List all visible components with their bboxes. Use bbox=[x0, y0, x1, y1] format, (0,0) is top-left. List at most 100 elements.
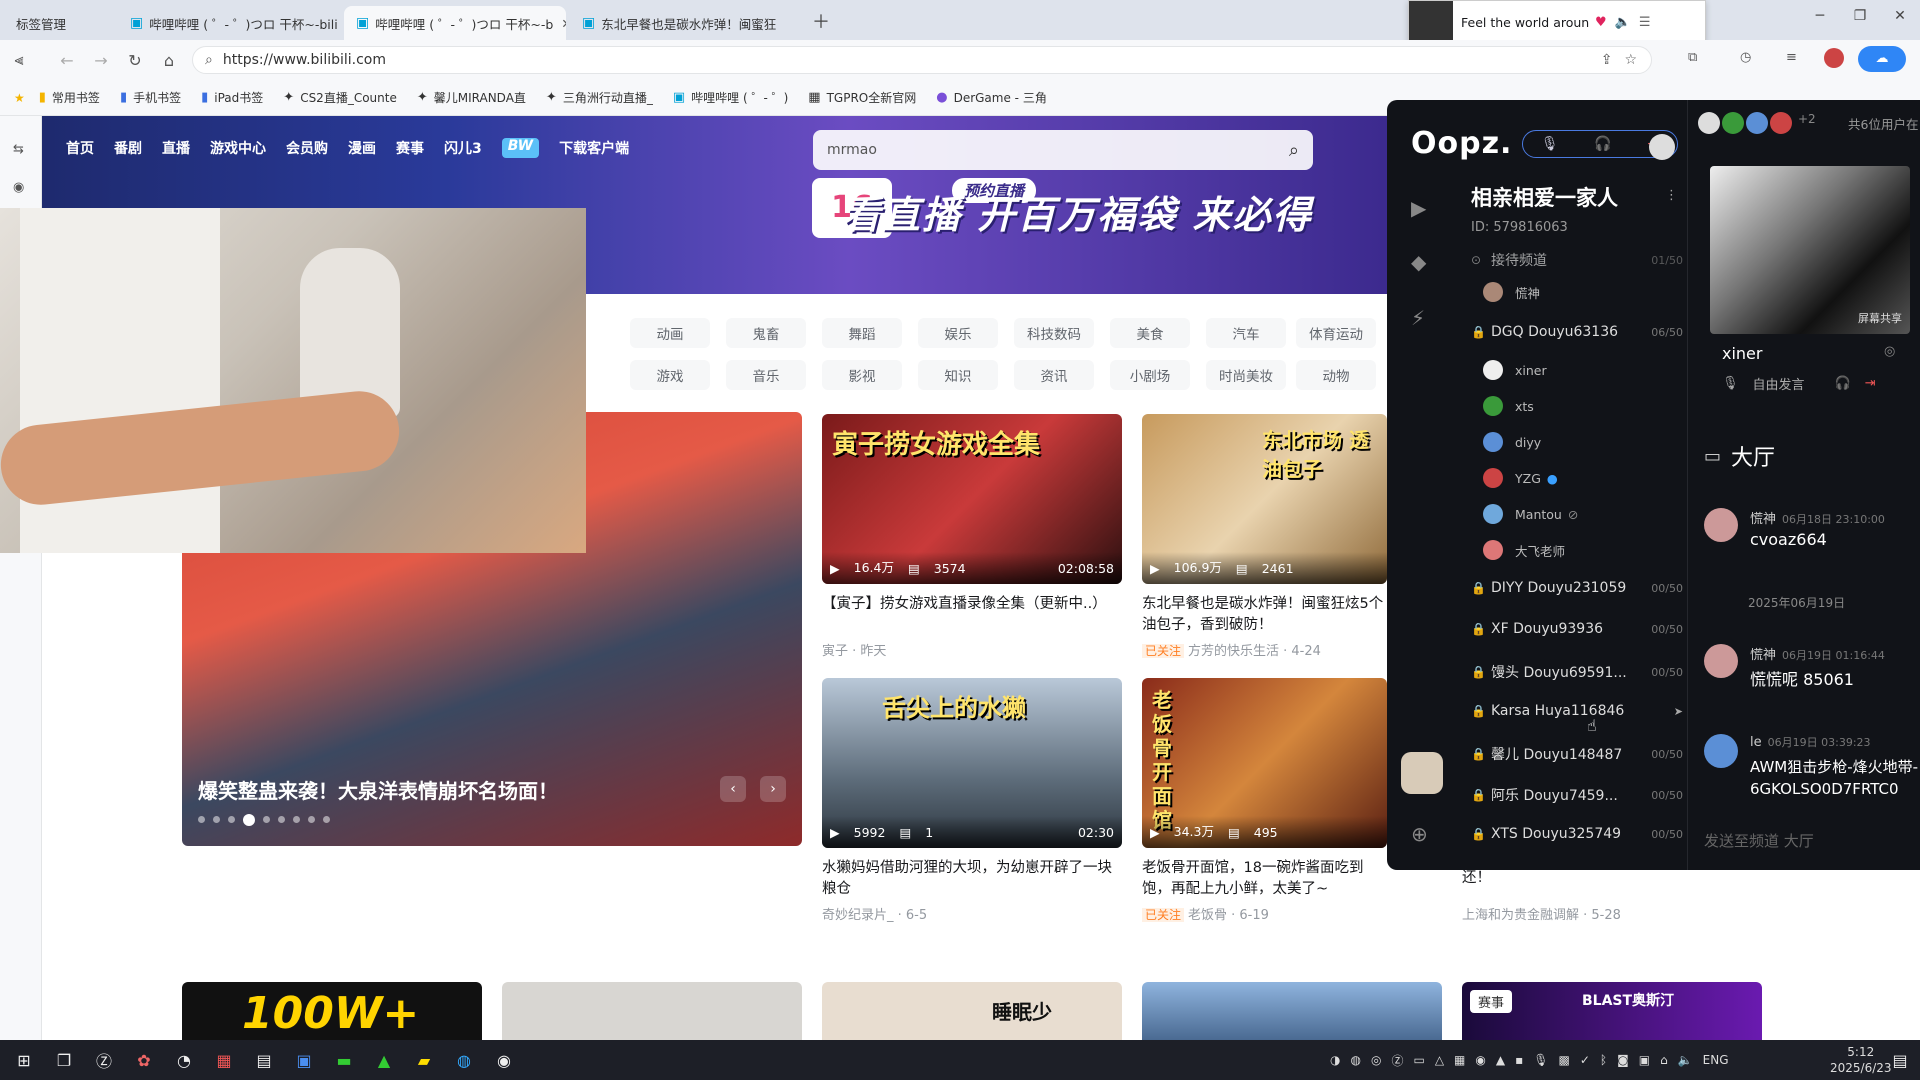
category-chip[interactable]: 娱乐 bbox=[918, 318, 998, 348]
carousel-dot[interactable] bbox=[278, 816, 285, 823]
chevron-right-icon[interactable]: › bbox=[760, 776, 786, 802]
join-icon[interactable]: ➤ bbox=[1674, 705, 1683, 718]
app-icon-browser[interactable]: ◍ bbox=[444, 1040, 484, 1080]
nav-game[interactable]: 游戏中心 bbox=[210, 138, 266, 158]
tray-icon[interactable]: △ bbox=[1435, 1053, 1444, 1067]
carousel-dot[interactable] bbox=[323, 816, 330, 823]
app-icon-clock[interactable]: ◔ bbox=[164, 1040, 204, 1080]
mic-icon[interactable]: 🎙 bbox=[1533, 1053, 1548, 1067]
category-chip[interactable]: 动物 bbox=[1296, 360, 1376, 390]
screen-share-preview[interactable]: 屏幕共享 bbox=[1710, 166, 1910, 334]
play-icon[interactable]: ▶ bbox=[1411, 196, 1426, 220]
channel-item[interactable]: 🔒 馒头 Douyu69591... 00/50 bbox=[1471, 662, 1683, 682]
category-chip[interactable]: 美食 bbox=[1110, 318, 1190, 348]
category-chip[interactable]: 音乐 bbox=[726, 360, 806, 390]
tab-bilibili-active[interactable]: ▣ 哔哩哔哩 ( ゜- ゜)つロ 干杯~-b ✕ bbox=[344, 6, 566, 40]
video-title[interactable]: 老饭骨开面馆，18一碗炸酱面吃到饱，再配上九小鲜，太美了~ bbox=[1142, 858, 1387, 900]
channel-item[interactable]: ⊙ 接待频道 01/50 bbox=[1471, 250, 1683, 270]
video-thumbnail[interactable]: 舌尖上的水獭 ▶ 5992 ▤ 1 02:30 bbox=[822, 678, 1122, 848]
bluetooth-icon[interactable]: ᛒ bbox=[1600, 1053, 1607, 1067]
volume-icon[interactable]: 🔈 bbox=[1678, 1053, 1693, 1067]
member-item[interactable]: xts bbox=[1483, 396, 1534, 416]
carousel-dot[interactable] bbox=[308, 816, 315, 823]
tray-icon[interactable]: ▣ bbox=[1639, 1053, 1650, 1067]
nav-shan3[interactable]: 闪儿3 bbox=[444, 138, 482, 158]
nav-bangumi[interactable]: 番剧 bbox=[114, 138, 142, 158]
bookmark-item[interactable]: ▮ 手机书签 bbox=[120, 89, 181, 106]
tray-icon[interactable]: ▲ bbox=[1496, 1053, 1505, 1067]
video-card[interactable]: 东北市场 透油包子 ▶ 106.9万 ▤ 2461 东北早餐也是碳水炸弹！闽蜜狂炫5… bbox=[1142, 414, 1387, 659]
category-chip[interactable]: 时尚美妆 bbox=[1206, 360, 1286, 390]
bookmark-item[interactable]: ▦ TGPRO全新官网 bbox=[808, 89, 916, 106]
category-chip[interactable]: 游戏 bbox=[630, 360, 710, 390]
windows-start-icon[interactable]: ⊞ bbox=[4, 1040, 44, 1080]
carousel-dot[interactable] bbox=[293, 816, 300, 823]
reload-icon[interactable]: ↻ bbox=[120, 51, 150, 70]
channel-item[interactable]: 🔒 馨儿 Douyu148487 00/50 bbox=[1471, 744, 1683, 764]
video-thumbnail[interactable]: 寅子捞女游戏全集 ▶ 16.4万 ▤ 3574 02:08:58 bbox=[822, 414, 1122, 584]
category-chip[interactable]: 影视 bbox=[822, 360, 902, 390]
channel-item[interactable]: 🔒 XTS Douyu325749 00/50 bbox=[1471, 826, 1683, 842]
tab-bookmark-manager[interactable]: 标签管理 bbox=[4, 6, 114, 40]
carousel-dot[interactable] bbox=[228, 816, 235, 823]
tray-icon[interactable]: ✓ bbox=[1580, 1053, 1590, 1067]
new-tab-plus-icon[interactable]: ＋ bbox=[812, 8, 830, 34]
channel-item[interactable]: 🔒 阿乐 Douyu7459... 00/50 bbox=[1471, 785, 1683, 805]
channel-item-active[interactable]: 🔒 DGQ Douyu63136 06/50 bbox=[1471, 324, 1683, 340]
channel-item[interactable]: 🔒 XF Douyu93936 00/50 bbox=[1471, 621, 1683, 637]
category-chip[interactable]: 体育运动 bbox=[1296, 318, 1376, 348]
nav-match[interactable]: 赛事 bbox=[396, 138, 424, 158]
tray-icon[interactable]: ◉ bbox=[1475, 1053, 1485, 1067]
bw-badge[interactable]: BW bbox=[501, 138, 540, 158]
video-thumbnail[interactable]: 赛事 BLAST奥斯汀 bbox=[1462, 982, 1762, 1040]
category-chip[interactable]: 鬼畜 bbox=[726, 318, 806, 348]
bookmark-item[interactable]: ✦ 馨儿MIRANDA直 bbox=[417, 89, 526, 106]
bookmark-item[interactable]: ✦ CS2直播_Counte bbox=[283, 89, 397, 106]
channel-item-hover[interactable]: 🔒 Karsa Huya116846 ➤ bbox=[1471, 703, 1683, 719]
url-bar[interactable]: ⌕ https://www.bilibili.com ⇪ ☆ bbox=[192, 46, 1652, 74]
video-card[interactable]: 寅子捞女游戏全集 ▶ 16.4万 ▤ 3574 02:08:58 【寅子】捞女游戏直… bbox=[822, 414, 1122, 659]
tray-icon[interactable]: ◑ bbox=[1330, 1053, 1340, 1067]
headphone-icon[interactable]: 🎧 bbox=[1594, 136, 1611, 152]
video-author[interactable]: 上海和为贵金融调解 · 5-28 bbox=[1462, 904, 1621, 923]
send-input[interactable]: 发送至频道 大厅 bbox=[1704, 830, 1814, 851]
app-icon-calc[interactable]: ▦ bbox=[204, 1040, 244, 1080]
volume-icon[interactable]: 🔈 bbox=[1615, 15, 1631, 30]
video-title[interactable]: 东北早餐也是碳水炸弹！闽蜜狂炫5个油包子，香到破防！ bbox=[1142, 594, 1387, 636]
language-indicator[interactable]: ENG bbox=[1703, 1053, 1729, 1067]
nav-home[interactable]: 首页 bbox=[66, 138, 94, 158]
server-avatar[interactable] bbox=[1401, 752, 1443, 794]
banner-text[interactable]: 看直播 开百万福袋 来必得 bbox=[842, 184, 1312, 239]
video-thumbnail[interactable]: 老饭骨开面馆 ▶ 34.3万 ▤ 495 bbox=[1142, 678, 1387, 848]
video-thumbnail[interactable] bbox=[1142, 982, 1442, 1040]
app-icon-game[interactable]: ▣ bbox=[284, 1040, 324, 1080]
cloud-icon[interactable]: ☁ bbox=[1858, 46, 1906, 72]
video-title[interactable]: 【寅子】捞女游戏直播录像全集（更新中..） bbox=[822, 594, 1122, 636]
headphone-icon[interactable]: 🎧 bbox=[1835, 376, 1851, 391]
heart-icon[interactable]: ♥ bbox=[1595, 15, 1607, 30]
category-chip[interactable]: 资讯 bbox=[1014, 360, 1094, 390]
app-icon-doc[interactable]: ▤ bbox=[244, 1040, 284, 1080]
category-chip[interactable]: 小剧场 bbox=[1110, 360, 1190, 390]
search-input[interactable]: mrmao ⌕ bbox=[813, 130, 1313, 170]
video-title[interactable]: 水獭妈妈借助河狸的大坝，为幼崽开辟了一块粮仓 bbox=[822, 858, 1122, 900]
restore-icon[interactable]: ❐ bbox=[1840, 8, 1880, 24]
video-thumbnail[interactable]: 东北市场 透油包子 ▶ 106.9万 ▤ 2461 bbox=[1142, 414, 1387, 584]
extensions-icon[interactable]: ⧉ bbox=[1688, 50, 1697, 65]
carousel-dot-active[interactable] bbox=[243, 814, 255, 826]
nav-manga[interactable]: 漫画 bbox=[348, 138, 376, 158]
nav-live[interactable]: 直播 bbox=[162, 138, 190, 158]
video-card[interactable]: 舌尖上的水獭 ▶ 5992 ▤ 1 02:30 水獭妈妈借助河狸的大坝，为幼崽开辟了… bbox=[822, 678, 1122, 923]
back-icon[interactable]: ← bbox=[52, 51, 82, 70]
app-icon-bird[interactable]: ✿ bbox=[124, 1040, 164, 1080]
category-chip[interactable]: 汽车 bbox=[1206, 318, 1286, 348]
member-item[interactable]: 慌神 bbox=[1483, 282, 1540, 302]
tray-icon[interactable]: ▦ bbox=[1454, 1053, 1465, 1067]
member-item[interactable]: diyy bbox=[1483, 432, 1541, 452]
carousel-dot[interactable] bbox=[213, 816, 220, 823]
app-icon-chat[interactable]: ▬ bbox=[324, 1040, 364, 1080]
video-author[interactable]: 寅子 · 昨天 bbox=[822, 640, 1122, 659]
chevron-left-icon[interactable]: ‹ bbox=[720, 776, 746, 802]
more-icon[interactable]: ⋮ bbox=[1665, 188, 1678, 203]
app-icon-folder[interactable]: ▰ bbox=[404, 1040, 444, 1080]
